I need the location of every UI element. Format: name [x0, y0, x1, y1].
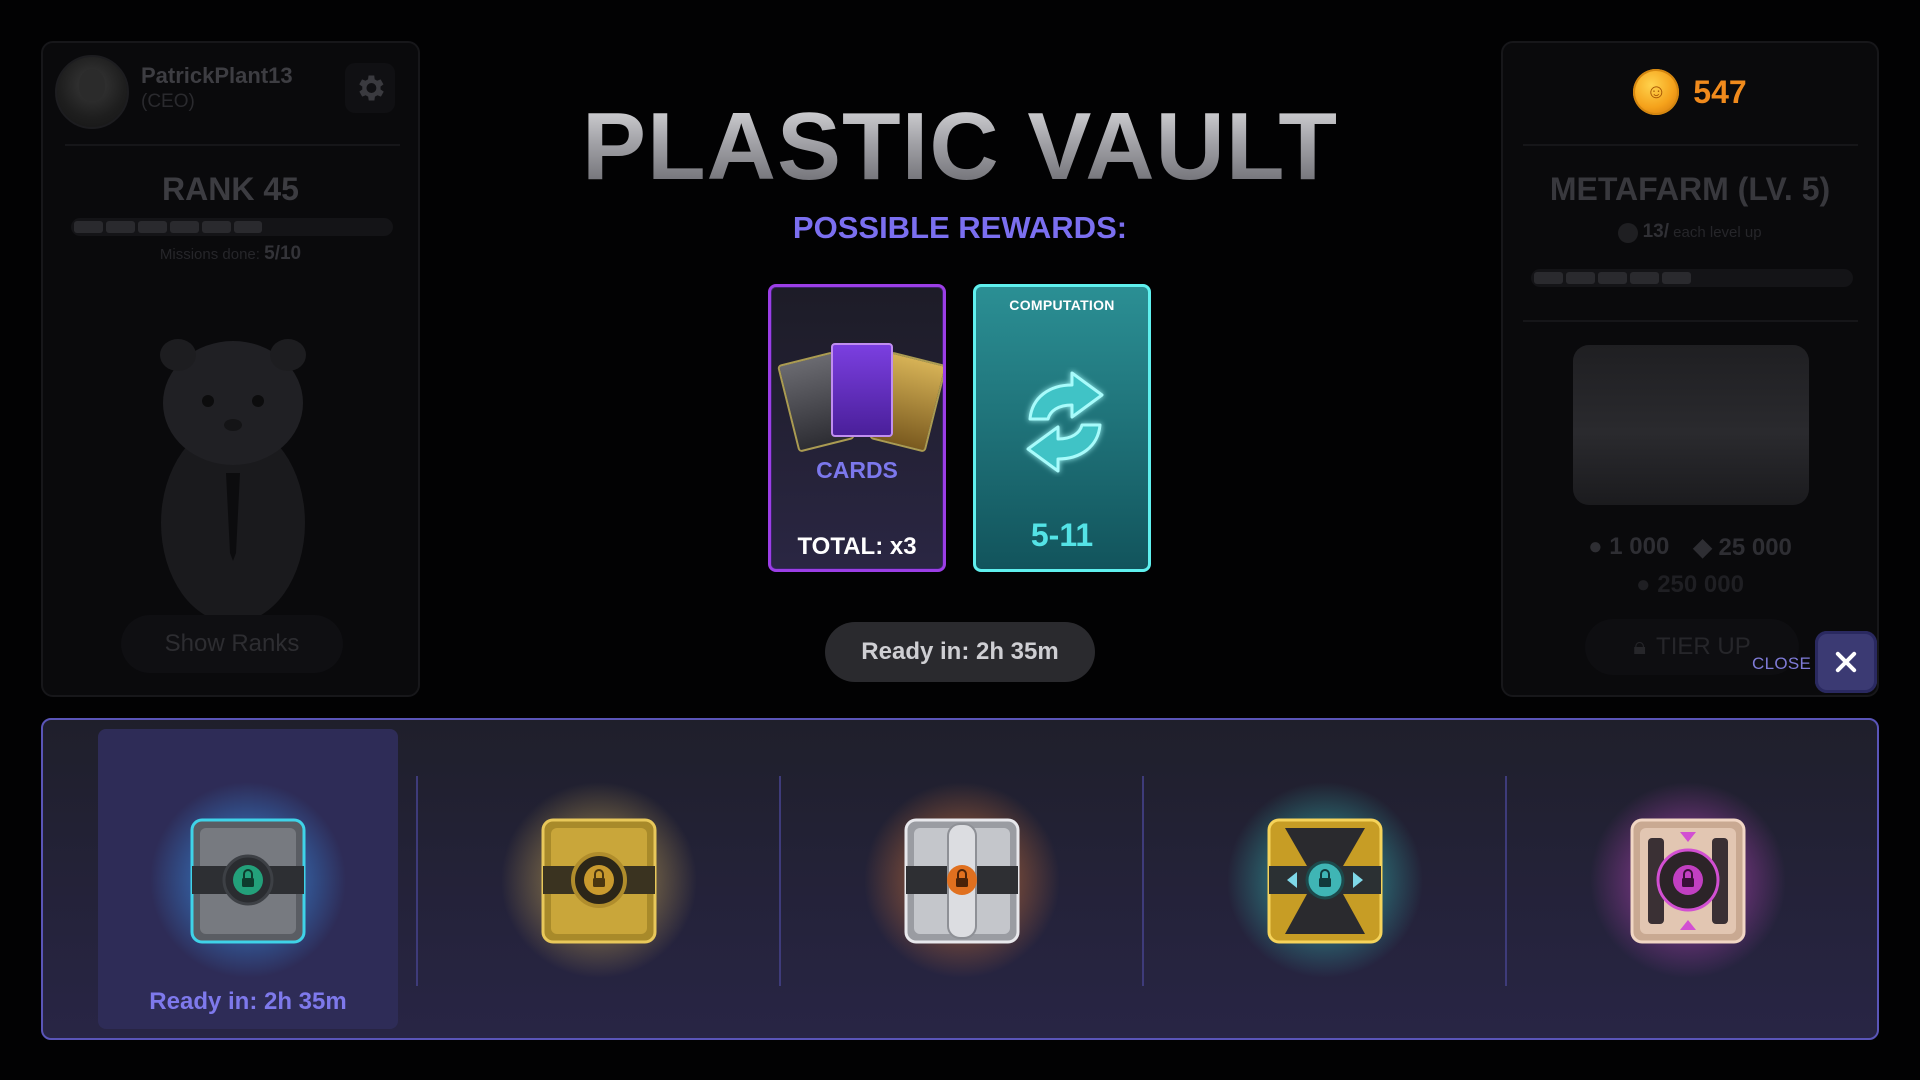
lock-icon: 🔒︎ [1633, 633, 1647, 660]
cost-c: ● 250 000 [1503, 571, 1877, 599]
vault-rose[interactable] [1588, 780, 1788, 980]
tier-up-label: TIER UP [1656, 633, 1751, 660]
token-icon: ● [1636, 571, 1651, 598]
cost-b-value: 25 000 [1718, 534, 1792, 561]
vault-separator [779, 776, 781, 986]
game-screen: PatrickPlant13 (CEO) RANK 45 Missions do… [0, 0, 1920, 1080]
reward-computation-range: 5-11 [1030, 517, 1094, 553]
cost-b: ◆ 25 000 [1693, 533, 1792, 562]
farm-segment [1629, 272, 1659, 284]
metafarm-image [1573, 345, 1809, 505]
refresh-icon [1026, 371, 1104, 473]
hamster-ceo-image [160, 339, 306, 632]
farm-segment [1725, 272, 1754, 284]
bitcoin-icon: ● [1588, 533, 1603, 560]
farm-segment [1565, 272, 1595, 284]
reward-card-computation: COMPUTATION 5-11 [973, 284, 1151, 572]
vault-steel[interactable] [862, 780, 1062, 980]
close-icon [1835, 651, 1857, 673]
farm-segment [1661, 272, 1691, 284]
farm-segment [1597, 272, 1627, 284]
farm-progress-bar [1531, 269, 1853, 287]
farm-segment [1821, 272, 1850, 284]
farm-segment [1694, 272, 1723, 284]
close-label[interactable]: CLOSE [1752, 654, 1811, 674]
possible-rewards-heading: POSSIBLE REWARDS: [792, 210, 1128, 245]
cost-a-value: 1 000 [1609, 533, 1670, 560]
reward-cards-total: TOTAL: x3 [797, 533, 917, 560]
missions-value: 5/10 [264, 243, 302, 264]
vault-selector: Ready in: 2h 35m [41, 718, 1879, 1040]
selected-vault-timer: Ready in: 2h 35m [149, 988, 347, 1015]
farm-segment [1534, 272, 1563, 284]
ether-icon: ◆ [1693, 534, 1712, 561]
vault-separator [1142, 776, 1144, 986]
farm-segment [1789, 272, 1818, 284]
cost-a: ● 1 000 [1588, 533, 1669, 562]
tier-costs: ● 1 000 ◆ 25 000 [1503, 533, 1877, 562]
vault-separator [416, 776, 418, 986]
farm-segment [1757, 272, 1786, 284]
ready-timer: Ready in: 2h 35m [825, 622, 1095, 682]
missions-label: Missions done: [159, 246, 260, 263]
vault-separator [1505, 776, 1507, 986]
username: PatrickPlant13 [141, 63, 293, 88]
reward-cards-label: CARDS [816, 457, 898, 483]
cost-c-value: 250 000 [1657, 571, 1744, 598]
missions-done: Missions done: 5/10 [43, 243, 418, 265]
vault-teal-gold[interactable] [1225, 780, 1425, 980]
vault-gold[interactable] [499, 780, 699, 980]
card-art-center [831, 343, 893, 437]
vault-title: PLASTIC VAULT [0, 92, 1920, 202]
close-button[interactable] [1815, 631, 1877, 693]
show-ranks-button[interactable]: Show Ranks [121, 615, 343, 673]
reward-card-cards: CARDS TOTAL: x3 [768, 284, 946, 572]
farm-divider-mid [1523, 320, 1858, 322]
vault-plastic[interactable] [148, 780, 348, 980]
reward-computation-label: COMPUTATION [1009, 297, 1115, 313]
